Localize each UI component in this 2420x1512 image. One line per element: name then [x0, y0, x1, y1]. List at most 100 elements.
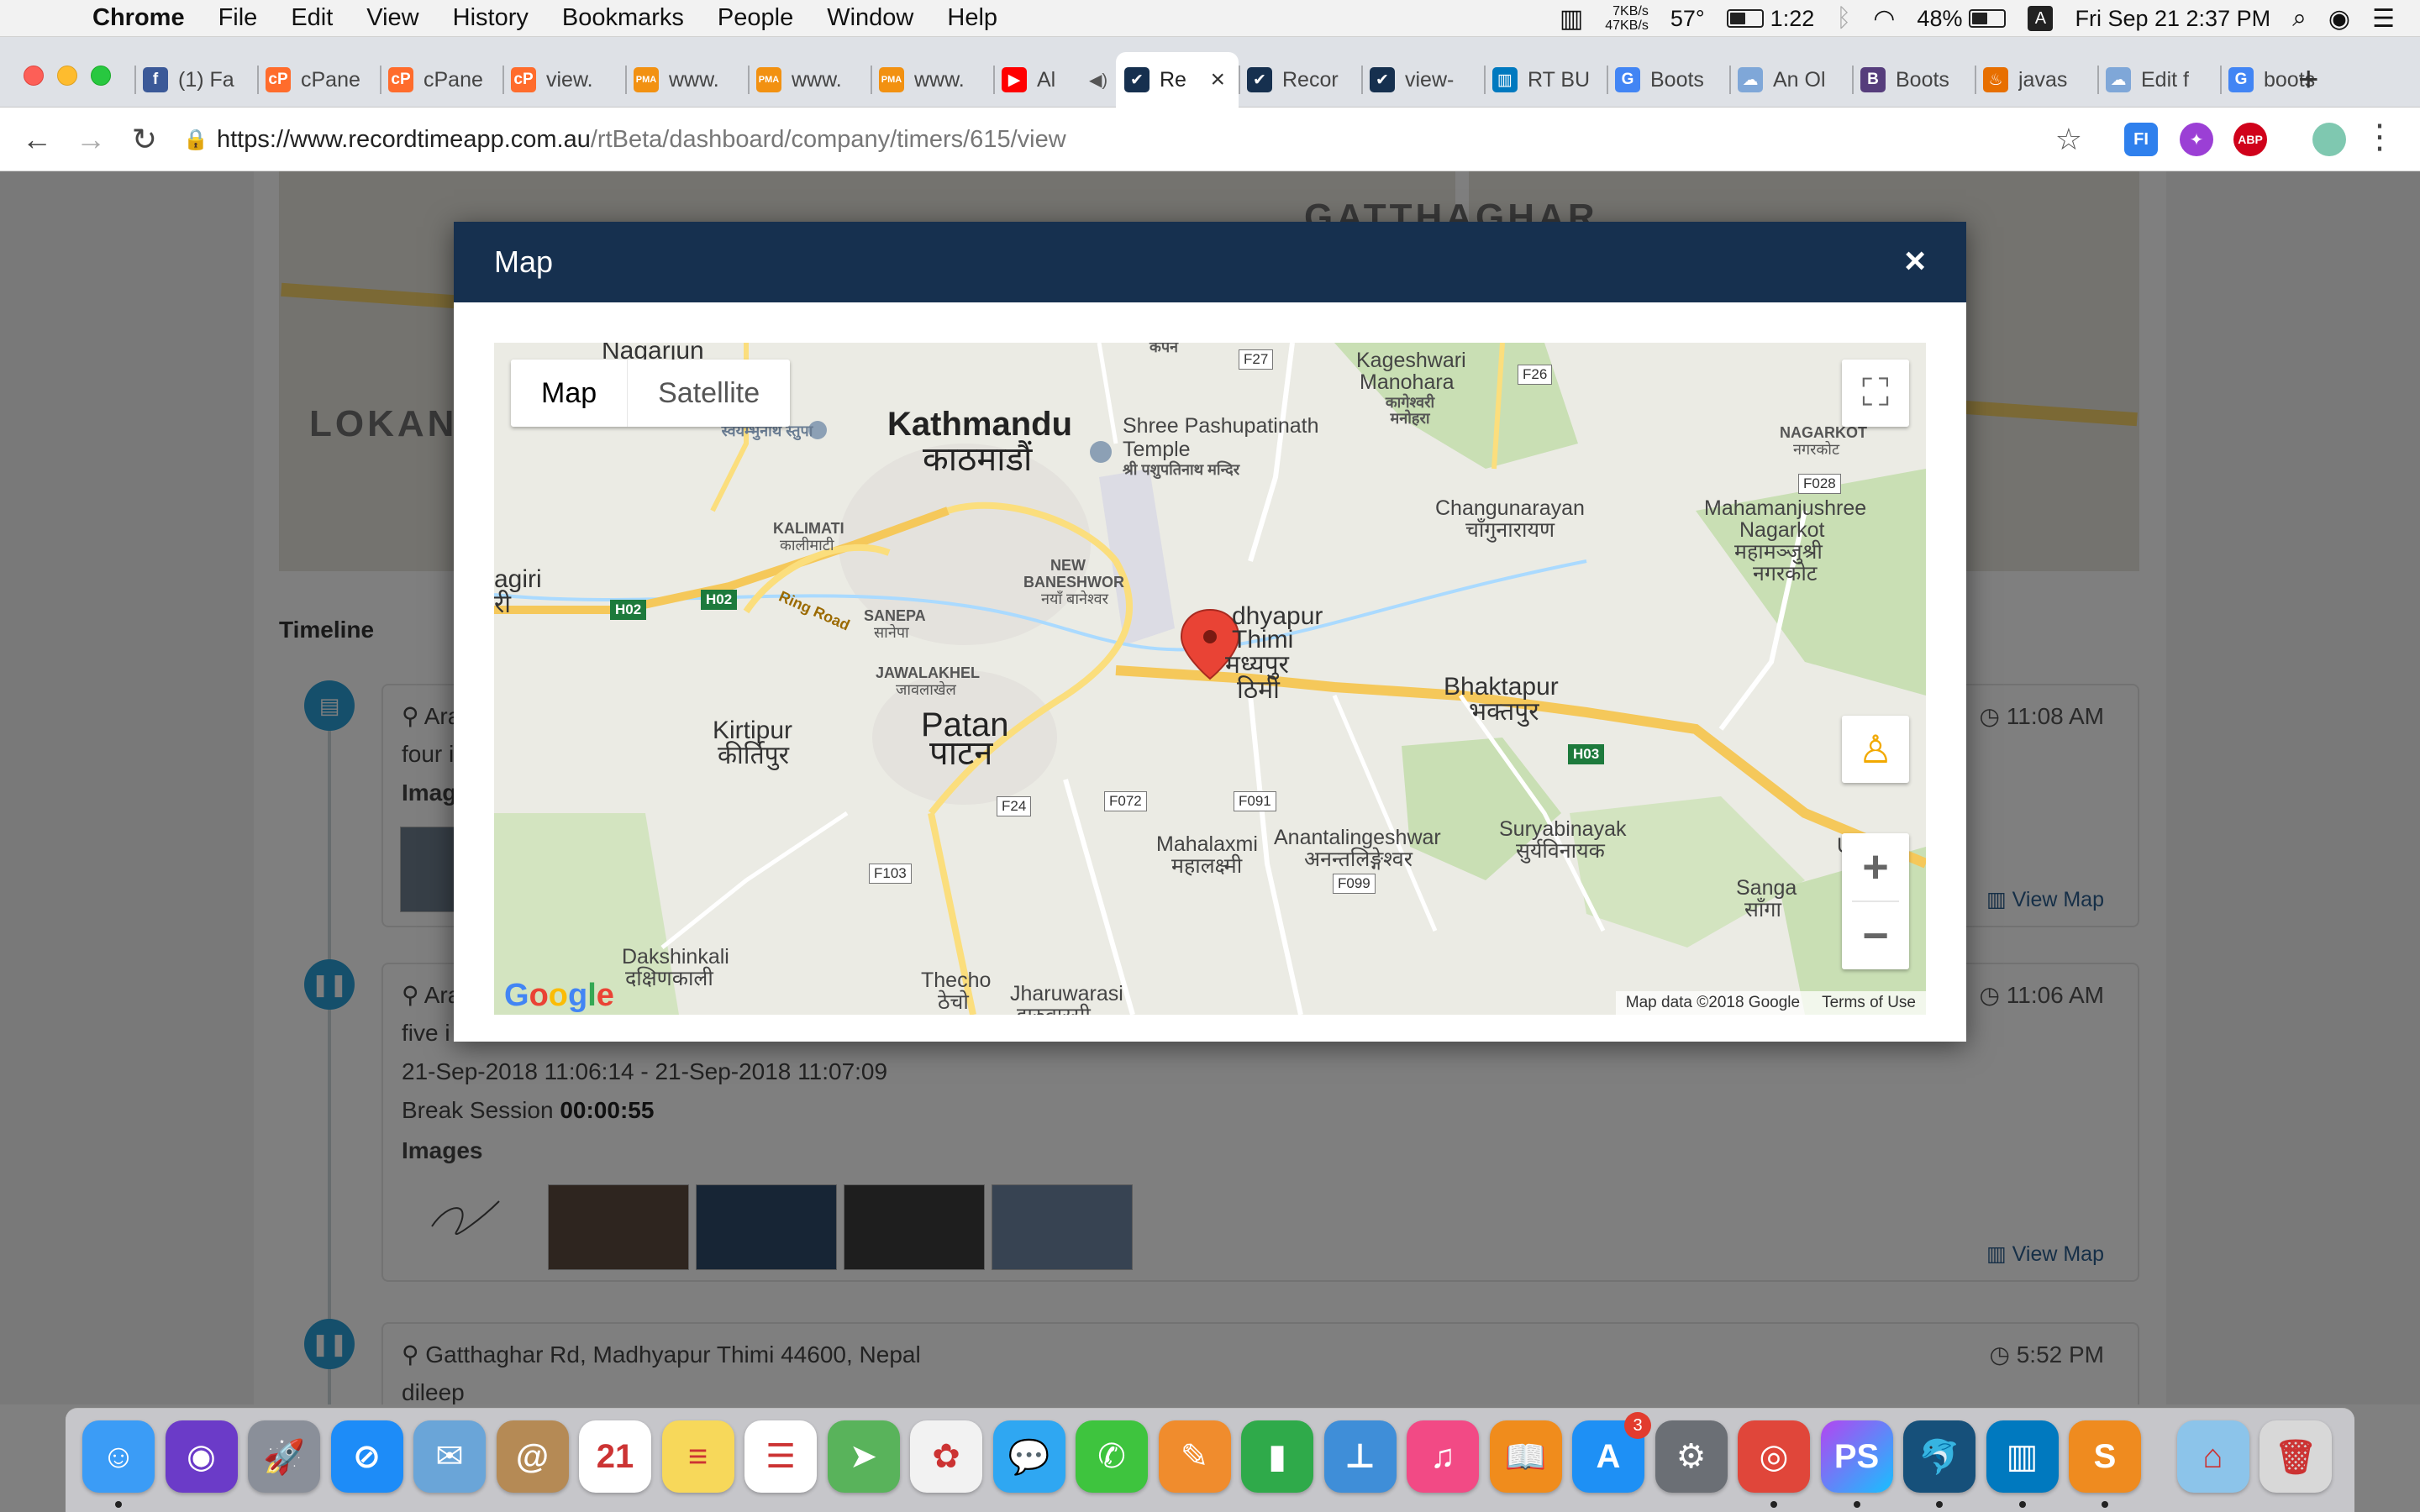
- cloud-icon: ☁: [2106, 67, 2131, 92]
- minimize-window-button[interactable]: [57, 66, 77, 86]
- contacts-icon[interactable]: @: [496, 1420, 569, 1493]
- finder-icon[interactable]: ☺: [82, 1420, 155, 1493]
- browser-tab[interactable]: ✔ Recor: [1239, 52, 1361, 108]
- battery-percent-status[interactable]: 48%: [1917, 6, 2007, 32]
- itunes-icon[interactable]: ♫: [1407, 1420, 1479, 1493]
- bookmark-star-icon[interactable]: ☆: [2055, 122, 2082, 157]
- close-window-button[interactable]: [24, 66, 44, 86]
- map-label: सुर्यविनायक: [1516, 839, 1605, 863]
- menu-edit[interactable]: Edit: [291, 4, 333, 32]
- fullscreen-icon[interactable]: ⛶: [1842, 360, 1909, 427]
- menu-people[interactable]: People: [718, 4, 793, 32]
- notes-icon[interactable]: ≡: [661, 1420, 734, 1493]
- street-view-pegman-icon[interactable]: ♙: [1842, 716, 1909, 783]
- map-label: भक्तपुर: [1469, 698, 1539, 726]
- tab-title: Recor: [1282, 67, 1339, 92]
- menu-help[interactable]: Help: [947, 4, 997, 32]
- chrome-icon[interactable]: ◎: [1738, 1420, 1810, 1493]
- menu-window[interactable]: Window: [827, 4, 913, 32]
- downloads-folder-icon[interactable]: ⌂: [2176, 1420, 2249, 1493]
- battery-time-status[interactable]: 1:22: [1726, 6, 1814, 32]
- mysql-workbench-icon[interactable]: 🐬: [1903, 1420, 1975, 1493]
- browser-tab[interactable]: B Boots: [1852, 52, 1975, 108]
- keynote-icon[interactable]: ⊥: [1323, 1420, 1397, 1493]
- map-type-satellite-button[interactable]: Satellite: [628, 360, 790, 427]
- wifi-icon[interactable]: ◠: [1873, 4, 1895, 34]
- browser-tab[interactable]: ✔ view-: [1361, 52, 1484, 108]
- reload-icon[interactable]: ↻: [118, 122, 171, 157]
- back-arrow-icon[interactable]: ←: [10, 122, 64, 157]
- browser-tab[interactable]: ▥ RT BU: [1484, 52, 1607, 108]
- modal-close-button[interactable]: ×: [1904, 240, 1926, 282]
- lock-icon[interactable]: 🔒: [183, 128, 217, 152]
- calendar-icon[interactable]: 21: [579, 1420, 651, 1493]
- trash-icon[interactable]: 🗑: [2260, 1420, 2332, 1493]
- adblock-plus-icon[interactable]: ABP: [2233, 123, 2267, 156]
- chrome-menu-icon[interactable]: ⋮: [2363, 118, 2396, 156]
- phpstorm-icon[interactable]: PS: [1820, 1420, 1893, 1493]
- zoom-in-icon[interactable]: +: [1842, 833, 1909, 900]
- maps-icon[interactable]: ➤: [827, 1420, 900, 1493]
- siri-icon[interactable]: ◉: [165, 1420, 238, 1493]
- tab-audio-icon[interactable]: ◀): [1089, 70, 1107, 91]
- input-source-icon[interactable]: A: [2028, 6, 2054, 31]
- battery-icon: [1726, 9, 1764, 28]
- terms-of-use-link[interactable]: Terms of Use: [1822, 991, 1916, 1015]
- reminders-icon[interactable]: ☰: [744, 1420, 817, 1493]
- safari-icon[interactable]: ⊘: [330, 1420, 403, 1493]
- new-tab-button[interactable]: +: [2298, 59, 2319, 99]
- numbers-icon[interactable]: ▮: [1241, 1420, 1313, 1493]
- dock-running-indicator: [115, 1501, 122, 1508]
- browser-tab[interactable]: ☁ An Ol: [1729, 52, 1852, 108]
- mail-icon[interactable]: ✉: [413, 1420, 486, 1493]
- extension-fi-icon[interactable]: FI: [2124, 123, 2158, 156]
- istat-cpu-icon[interactable]: ▥: [1560, 4, 1583, 34]
- menu-chrome[interactable]: Chrome: [92, 4, 185, 32]
- browser-tab[interactable]: ✔ Re ×: [1116, 52, 1239, 108]
- facetime-icon[interactable]: ✆: [1076, 1420, 1148, 1493]
- map-label: Sanga: [1736, 876, 1797, 900]
- browser-tab[interactable]: cP cPane: [257, 52, 380, 108]
- browser-tab[interactable]: G Boots: [1607, 52, 1729, 108]
- address-bar[interactable]: 🔒 https://www.recordtimeapp.com.au/rtBet…: [183, 116, 2082, 163]
- zoom-out-icon[interactable]: −: [1842, 902, 1909, 969]
- trello-icon[interactable]: ▥: [1986, 1420, 2059, 1493]
- map-type-map-button[interactable]: Map: [511, 360, 629, 427]
- launchpad-icon[interactable]: 🚀: [248, 1420, 320, 1493]
- siri-menu-icon[interactable]: ◉: [2328, 4, 2350, 34]
- browser-tab[interactable]: ♨ javas: [1975, 52, 2097, 108]
- profile-avatar[interactable]: [2312, 123, 2346, 156]
- extension-purple-icon[interactable]: ✦: [2180, 123, 2213, 156]
- clock[interactable]: Fri Sep 21 2:37 PM: [2075, 6, 2270, 32]
- system-preferences-icon[interactable]: ⚙: [1655, 1420, 1728, 1493]
- forward-arrow-icon[interactable]: →: [64, 122, 118, 157]
- messages-icon[interactable]: 💬: [992, 1420, 1065, 1493]
- bluetooth-icon[interactable]: ᛒ: [1836, 4, 1851, 33]
- browser-tab[interactable]: PMA www.: [748, 52, 871, 108]
- photos-icon[interactable]: ✿: [910, 1420, 982, 1493]
- menu-bookmarks[interactable]: Bookmarks: [562, 4, 684, 32]
- menu-file[interactable]: File: [218, 4, 258, 32]
- browser-tab[interactable]: ☁ Edit f: [2097, 52, 2220, 108]
- menu-history[interactable]: History: [453, 4, 529, 32]
- pages-icon[interactable]: ✎: [1158, 1420, 1231, 1493]
- sublime-text-icon[interactable]: S: [2069, 1420, 2141, 1493]
- browser-tab[interactable]: ▶ Al ◀): [993, 52, 1116, 108]
- browser-tab[interactable]: f (1) Fa: [134, 52, 257, 108]
- notification-center-icon[interactable]: ☰: [2372, 4, 2395, 34]
- google-map[interactable]: Nagarjun कपन Kathmandu काठमाडौं स्वयम्भु…: [494, 343, 1926, 1015]
- temperature[interactable]: 57°: [1670, 6, 1705, 32]
- google-logo[interactable]: Google: [504, 978, 614, 1014]
- browser-tab[interactable]: Gboots: [2220, 52, 2343, 108]
- network-speed[interactable]: 7KB/s 47KB/s: [1605, 4, 1649, 33]
- map-label: Dakshinkali: [622, 945, 729, 969]
- spotlight-search-icon[interactable]: ⌕: [2292, 4, 2307, 33]
- browser-tab[interactable]: cP cPane: [380, 52, 502, 108]
- browser-tab[interactable]: cP view.: [502, 52, 625, 108]
- ibooks-icon[interactable]: 📖: [1489, 1420, 1562, 1493]
- browser-tab[interactable]: PMA www.: [625, 52, 748, 108]
- fullscreen-window-button[interactable]: [91, 66, 111, 86]
- menu-view[interactable]: View: [366, 4, 418, 32]
- tab-close-icon[interactable]: ×: [1210, 66, 1225, 94]
- browser-tab[interactable]: PMA www.: [871, 52, 993, 108]
